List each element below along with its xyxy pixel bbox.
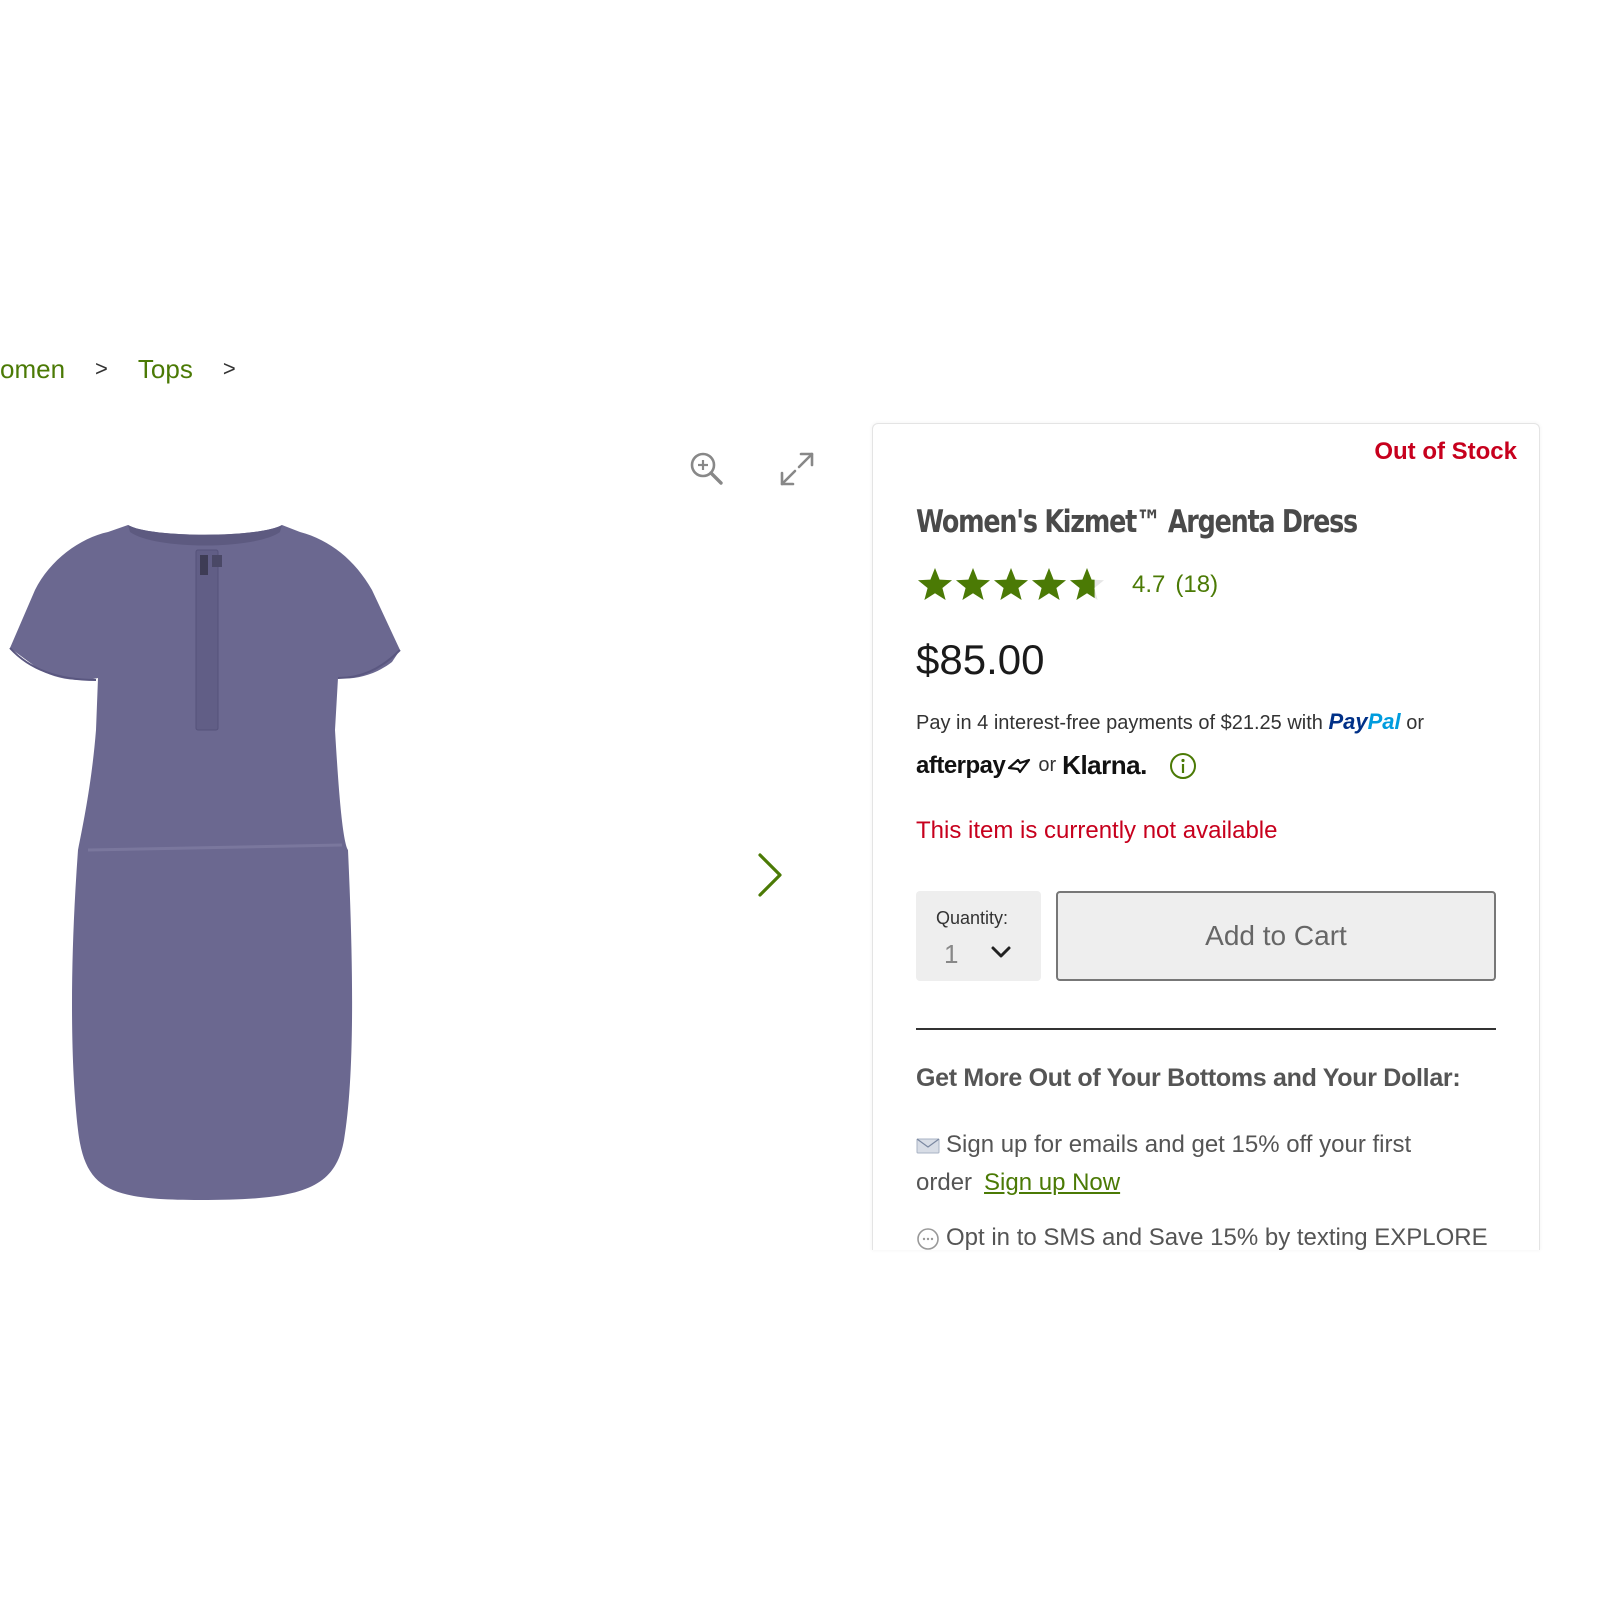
promo-heading: Get More Out of Your Bottoms and Your Do… <box>916 1064 1461 1092</box>
star-icon <box>956 568 990 600</box>
sms-promo-text: Opt in to SMS and Save 15% by texting EX… <box>946 1224 1488 1250</box>
breadcrumb-separator: > <box>222 356 236 381</box>
breadcrumb-separator: > <box>95 356 108 381</box>
info-icon[interactable] <box>1169 752 1197 780</box>
installment-text: Pay in 4 interest-free payments of $21.2… <box>916 712 1323 734</box>
installment-providers: afterpay or Klarna. <box>916 750 1197 781</box>
installment-info: Pay in 4 interest-free payments of $21.2… <box>916 709 1424 735</box>
afterpay-arrows-icon <box>1008 759 1031 774</box>
product-title: Women's Kizmet™ Argenta Dress <box>916 504 1358 540</box>
klarna-logo: Klarna. <box>1062 750 1147 780</box>
product-details-panel: Out of Stock Women's Kizmet™ Argenta Dre… <box>872 423 1540 1250</box>
sms-promo: Opt in to SMS and Save 15% by texting EX… <box>916 1224 1488 1250</box>
quantity-select[interactable]: Quantity: 1 <box>916 891 1041 981</box>
chevron-down-icon <box>991 946 1011 958</box>
star-icon <box>994 568 1028 600</box>
envelope-icon <box>916 1138 940 1154</box>
quantity-value: 1 <box>944 939 959 969</box>
fullscreen-button[interactable] <box>775 447 819 491</box>
add-to-cart-button[interactable]: Add to Cart <box>1056 891 1496 981</box>
chat-bubble-icon <box>917 1227 939 1250</box>
chevron-right-icon <box>758 853 782 897</box>
review-count[interactable]: (18) <box>1175 571 1218 599</box>
stock-status-badge: Out of Stock <box>1374 438 1517 465</box>
product-gallery <box>0 420 820 1240</box>
product-page: omen > Tops > Out of Stock Women's Kizme… <box>0 0 1600 1600</box>
paypal-logo: PayPal <box>1328 709 1401 734</box>
zoom-in-icon <box>690 452 723 485</box>
quantity-label: Quantity: <box>936 908 1009 928</box>
or-text: or <box>1406 712 1424 734</box>
next-image-button[interactable] <box>750 845 790 905</box>
product-price: $85.00 <box>916 636 1045 683</box>
sign-up-link[interactable]: Sign up Now <box>984 1169 1120 1196</box>
breadcrumb: omen > Tops > <box>0 356 266 382</box>
availability-message: This item is currently not available <box>916 817 1278 844</box>
star-icon <box>1032 568 1066 600</box>
star-rating <box>916 566 1106 604</box>
rating-summary[interactable]: 4.7 (18) <box>916 566 1218 604</box>
star-icon <box>918 568 952 600</box>
email-promo: Sign up for emails and get 15% off your … <box>916 1126 1476 1202</box>
rating-value: 4.7 <box>1132 571 1166 598</box>
expand-icon <box>780 452 814 486</box>
product-image <box>9 525 401 1200</box>
breadcrumb-link-women[interactable]: omen <box>0 356 65 382</box>
or-text: or <box>1038 754 1057 776</box>
breadcrumb-link-tops[interactable]: Tops <box>138 356 193 382</box>
zoom-in-button[interactable] <box>685 447 729 491</box>
afterpay-logo: afterpay <box>916 752 1032 780</box>
star-icon <box>1070 568 1104 600</box>
divider <box>916 1028 1496 1030</box>
